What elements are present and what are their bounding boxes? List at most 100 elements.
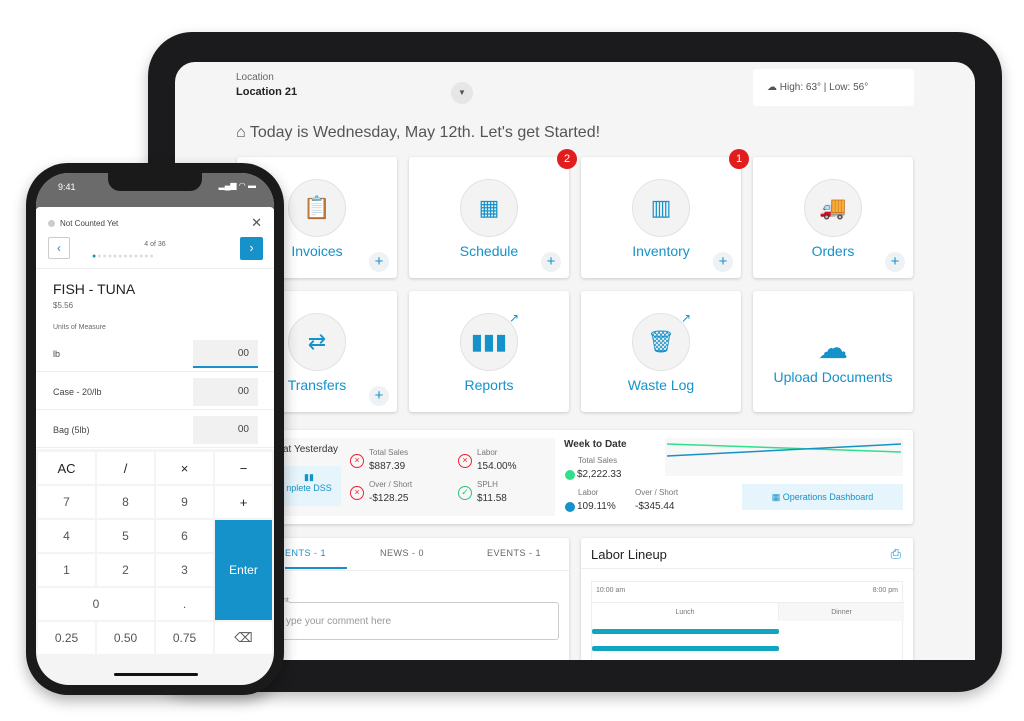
tab-comments[interactable]: ENTS - 1: [285, 548, 326, 558]
add-button[interactable]: +: [369, 386, 389, 406]
phone-screen: 9:41 ▂▄▆ ◠ ▬ Not Counted Yet ✕ ‹ › 4 of …: [36, 173, 274, 685]
notch: [108, 173, 202, 191]
total-sales-label: Total Sales: [369, 448, 409, 457]
key-17[interactable]: 0.50: [97, 622, 154, 654]
count-status: Not Counted Yet: [60, 219, 119, 228]
key-3[interactable]: −: [215, 452, 272, 484]
progress-text: 4 of 36: [144, 241, 166, 248]
external-link-icon[interactable]: ↗: [681, 311, 691, 325]
week-sales-value: $2,222.33: [577, 469, 622, 480]
tile-reports[interactable]: ▮▮▮ Reports ↗: [409, 291, 569, 412]
uom-label: Units of Measure: [53, 324, 106, 331]
signal-wifi-battery-icon: ▂▄▆ ◠ ▬: [218, 181, 256, 190]
home-indicator: [114, 673, 198, 676]
tablet-screen: Location Location 21 ▼ ☁ High: 63° | Low…: [175, 62, 975, 660]
unit-quantity-input[interactable]: 00: [193, 378, 258, 406]
print-icon[interactable]: ⎙: [891, 546, 901, 562]
key-14[interactable]: 0: [38, 588, 154, 620]
close-icon[interactable]: ✕: [251, 215, 262, 231]
notification-badge: 1: [729, 149, 749, 169]
key-0[interactable]: AC: [38, 452, 95, 484]
unit-row: lb 00: [36, 336, 274, 372]
labor-lineup-card: Labor Lineup ⎙ 10:00 am 8:00 pm Lunch Di…: [581, 538, 913, 660]
fridge-icon: ▥: [632, 179, 690, 237]
location-value: Location 21: [236, 86, 298, 98]
comment-input[interactable]: ype your comment here: [267, 602, 559, 640]
key-1[interactable]: /: [97, 452, 154, 484]
key-8[interactable]: 4: [38, 520, 95, 552]
unit-name: lb: [53, 349, 61, 359]
item-price: $5.56: [53, 301, 74, 310]
report-icon: ▮▮: [304, 472, 314, 482]
yesterday-title: at Yesterday: [283, 444, 339, 455]
add-button[interactable]: +: [885, 252, 905, 272]
key-6[interactable]: 9: [156, 486, 213, 518]
unit-name: Bag (5lb): [53, 425, 90, 435]
add-button[interactable]: +: [713, 252, 733, 272]
labor-value: 154.00%: [477, 461, 517, 472]
check-icon: ✓: [458, 486, 472, 500]
week-trend-chart: [665, 438, 903, 476]
key-9[interactable]: 5: [97, 520, 154, 552]
backspace-icon[interactable]: ⌫: [215, 622, 272, 654]
add-button[interactable]: +: [541, 252, 561, 272]
week-sales-label: Total Sales: [578, 456, 618, 465]
sales-dot: [565, 470, 575, 480]
key-13[interactable]: 3: [156, 554, 213, 586]
status-dot: [48, 220, 55, 227]
tile-orders[interactable]: 🚚 Orders +: [753, 157, 913, 278]
operations-dashboard-button[interactable]: ▦ Operations Dashboard: [742, 484, 903, 510]
tile-label: Waste Log: [627, 377, 695, 393]
stats-panel: at Yesterday ▮▮ nplete DSS × Total Sales …: [237, 430, 913, 524]
over-short-value: -$128.25: [369, 493, 409, 504]
week-title: Week to Date: [564, 439, 627, 450]
tile-inventory[interactable]: ▥ Inventory +: [581, 157, 741, 278]
progress-dots: ●●●●●●●●●●●●: [92, 253, 155, 260]
truck-icon: 🚚: [804, 179, 862, 237]
week-over-short-label: Over / Short: [635, 488, 679, 497]
lineup-grid: 10:00 am 8:00 pm Lunch Dinner: [591, 581, 904, 660]
tab-news[interactable]: NEWS - 0: [380, 548, 424, 558]
key-16[interactable]: 0.25: [38, 622, 95, 654]
key-7[interactable]: +: [215, 486, 272, 518]
tile-label: Reports: [464, 377, 514, 393]
key-15[interactable]: .: [156, 588, 213, 620]
add-button[interactable]: +: [369, 252, 389, 272]
labor-label: Labor: [477, 448, 498, 457]
key-2[interactable]: ×: [156, 452, 213, 484]
location-dropdown-button[interactable]: ▼: [451, 82, 473, 104]
key-10[interactable]: 6: [156, 520, 213, 552]
dashboard-icon: ▦: [771, 492, 783, 502]
status-time: 9:41: [58, 182, 76, 192]
enter-button[interactable]: Enter: [215, 520, 272, 620]
splh-label: SPLH: [477, 480, 498, 489]
shift-bar: [592, 646, 779, 651]
swap-arrows-icon: ⇄: [288, 313, 346, 371]
key-11[interactable]: 1: [38, 554, 95, 586]
key-4[interactable]: 7: [38, 486, 95, 518]
tile-schedule[interactable]: ▦ Schedule +: [409, 157, 569, 278]
unit-quantity-input[interactable]: 00: [193, 340, 258, 368]
fail-icon: ×: [350, 486, 364, 500]
key-12[interactable]: 2: [97, 554, 154, 586]
labor-lineup-title: Labor Lineup: [591, 547, 667, 562]
tile-waste-log[interactable]: 🗑 Waste Log ↗: [581, 291, 741, 412]
week-over-short-value: -$345.44: [635, 501, 675, 512]
unit-quantity-input[interactable]: 00: [193, 416, 258, 444]
weather-widget: ☁ High: 63° | Low: 56°: [753, 69, 914, 106]
location-label: Location: [236, 72, 274, 83]
unit-row: Case - 20/lb 00: [36, 373, 274, 410]
shift-bar: [592, 629, 779, 634]
clipboard-icon: 📋: [288, 179, 346, 237]
news-card: ENTS - 1 NEWS - 0 EVENTS - 1 ype your co…: [237, 538, 569, 660]
tile-upload-documents[interactable]: ☁ Upload Documents: [753, 291, 913, 412]
start-time: 10:00 am: [596, 587, 626, 594]
splh-value: $11.58: [477, 493, 507, 504]
key-18[interactable]: 0.75: [156, 622, 213, 654]
unit-name: Case - 20/lb: [53, 387, 102, 397]
external-link-icon[interactable]: ↗: [509, 311, 519, 325]
key-5[interactable]: 8: [97, 486, 154, 518]
weather-text: High: 63° | Low: 56°: [779, 82, 869, 93]
complete-dss-button[interactable]: ▮▮ nplete DSS: [277, 466, 341, 506]
tab-events[interactable]: EVENTS - 1: [487, 548, 541, 558]
